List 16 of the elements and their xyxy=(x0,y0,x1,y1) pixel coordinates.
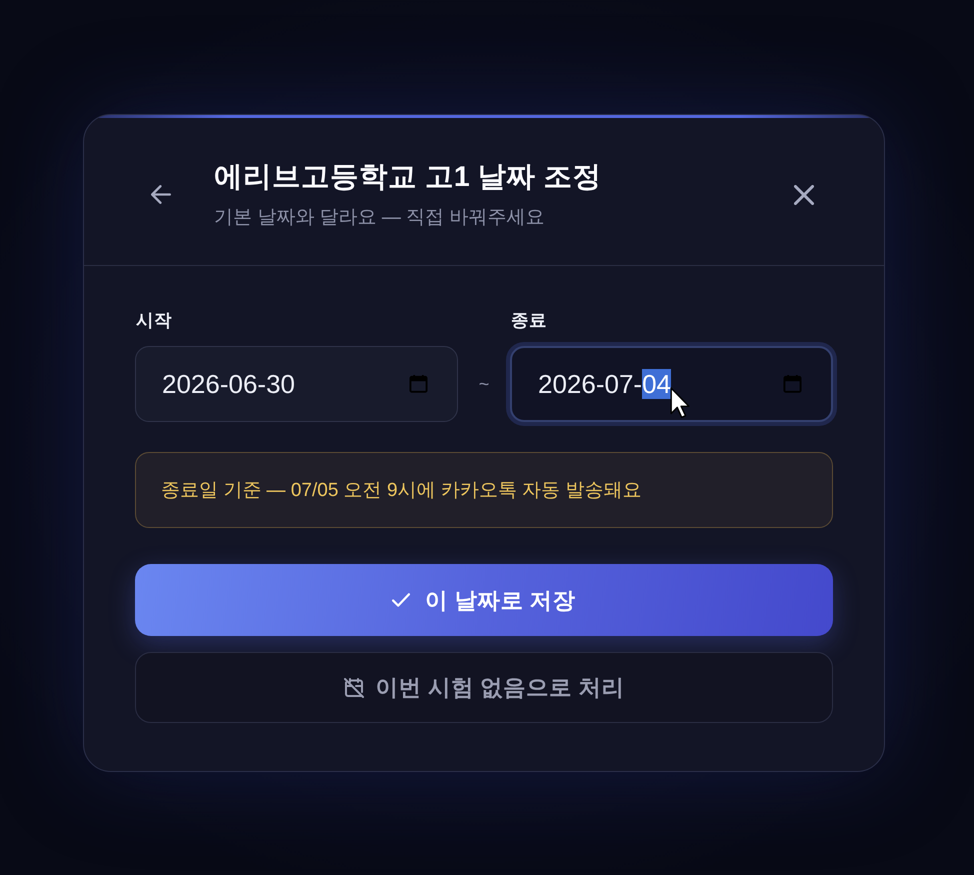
save-button[interactable]: 이 날짜로 저장 xyxy=(135,564,833,636)
dialog-title: 에리브고등학교 고1 날짜 조정 xyxy=(214,160,603,195)
check-icon xyxy=(392,593,410,607)
calendar-off-icon xyxy=(344,678,364,698)
notice-banner: 종료일 기준 — 07/05 오전 9시에 카카오톡 자동 발송돼요 xyxy=(135,452,833,528)
close-icon xyxy=(794,184,814,204)
mouse-pointer-icon xyxy=(670,387,690,419)
back-arrow-icon xyxy=(151,185,171,204)
field-label: 종료 xyxy=(510,310,548,331)
dialog-subtitle: 기본 날짜와 달라요 — 직접 바꿔주세요 xyxy=(214,206,546,230)
date-input[interactable]: 2026-06-30 xyxy=(135,346,458,422)
no-exam-button[interactable]: 이번 시험 없음으로 처리 xyxy=(135,652,833,723)
date-value: 2026-07-04 xyxy=(538,368,672,401)
date-value: 2026-06-30 xyxy=(162,368,296,401)
field-label: 시작 xyxy=(135,310,173,331)
range-separator: ~ xyxy=(478,372,490,396)
